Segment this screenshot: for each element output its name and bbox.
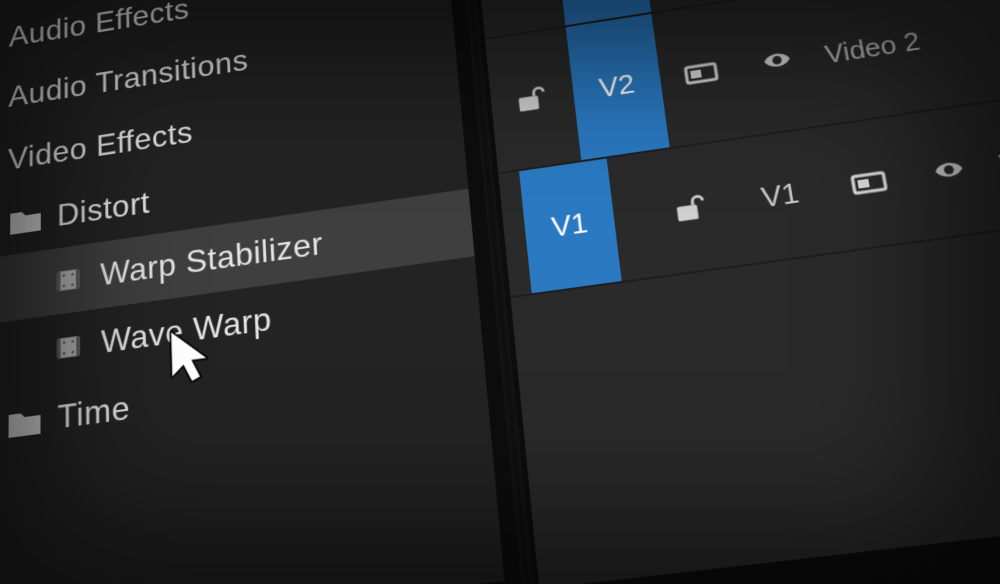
track-label: Video bbox=[992, 125, 1000, 181]
lock-icon[interactable] bbox=[498, 81, 566, 118]
track-label: Video 2 bbox=[818, 0, 1000, 70]
track-output-toggle-icon[interactable] bbox=[832, 163, 908, 202]
track-name[interactable]: V1 bbox=[732, 173, 829, 219]
timeline-track-headers: V4V3V2Video 2V1V1Video bbox=[468, 0, 1000, 584]
effect-icon bbox=[55, 330, 85, 365]
lock-icon[interactable] bbox=[487, 0, 554, 5]
track-output-toggle-icon[interactable] bbox=[667, 55, 738, 92]
spacer-icon bbox=[16, 284, 39, 287]
eye-icon[interactable] bbox=[912, 154, 989, 189]
effects-panel: Lumetri PresetsAudio EffectsAudio Transi… bbox=[0, 0, 504, 584]
track-name[interactable]: V2 bbox=[566, 14, 670, 160]
eye-icon[interactable] bbox=[743, 45, 815, 79]
effect-icon bbox=[55, 263, 84, 297]
effects-item-label: Time bbox=[57, 390, 130, 436]
spacer-icon bbox=[16, 351, 40, 354]
folder-icon bbox=[7, 406, 41, 438]
mouse-cursor-icon bbox=[165, 325, 211, 387]
effects-item-label: Distort bbox=[57, 185, 150, 233]
lock-icon[interactable] bbox=[655, 189, 728, 227]
source-patch-v1[interactable]: V1 bbox=[519, 158, 622, 293]
folder-icon bbox=[9, 206, 42, 236]
